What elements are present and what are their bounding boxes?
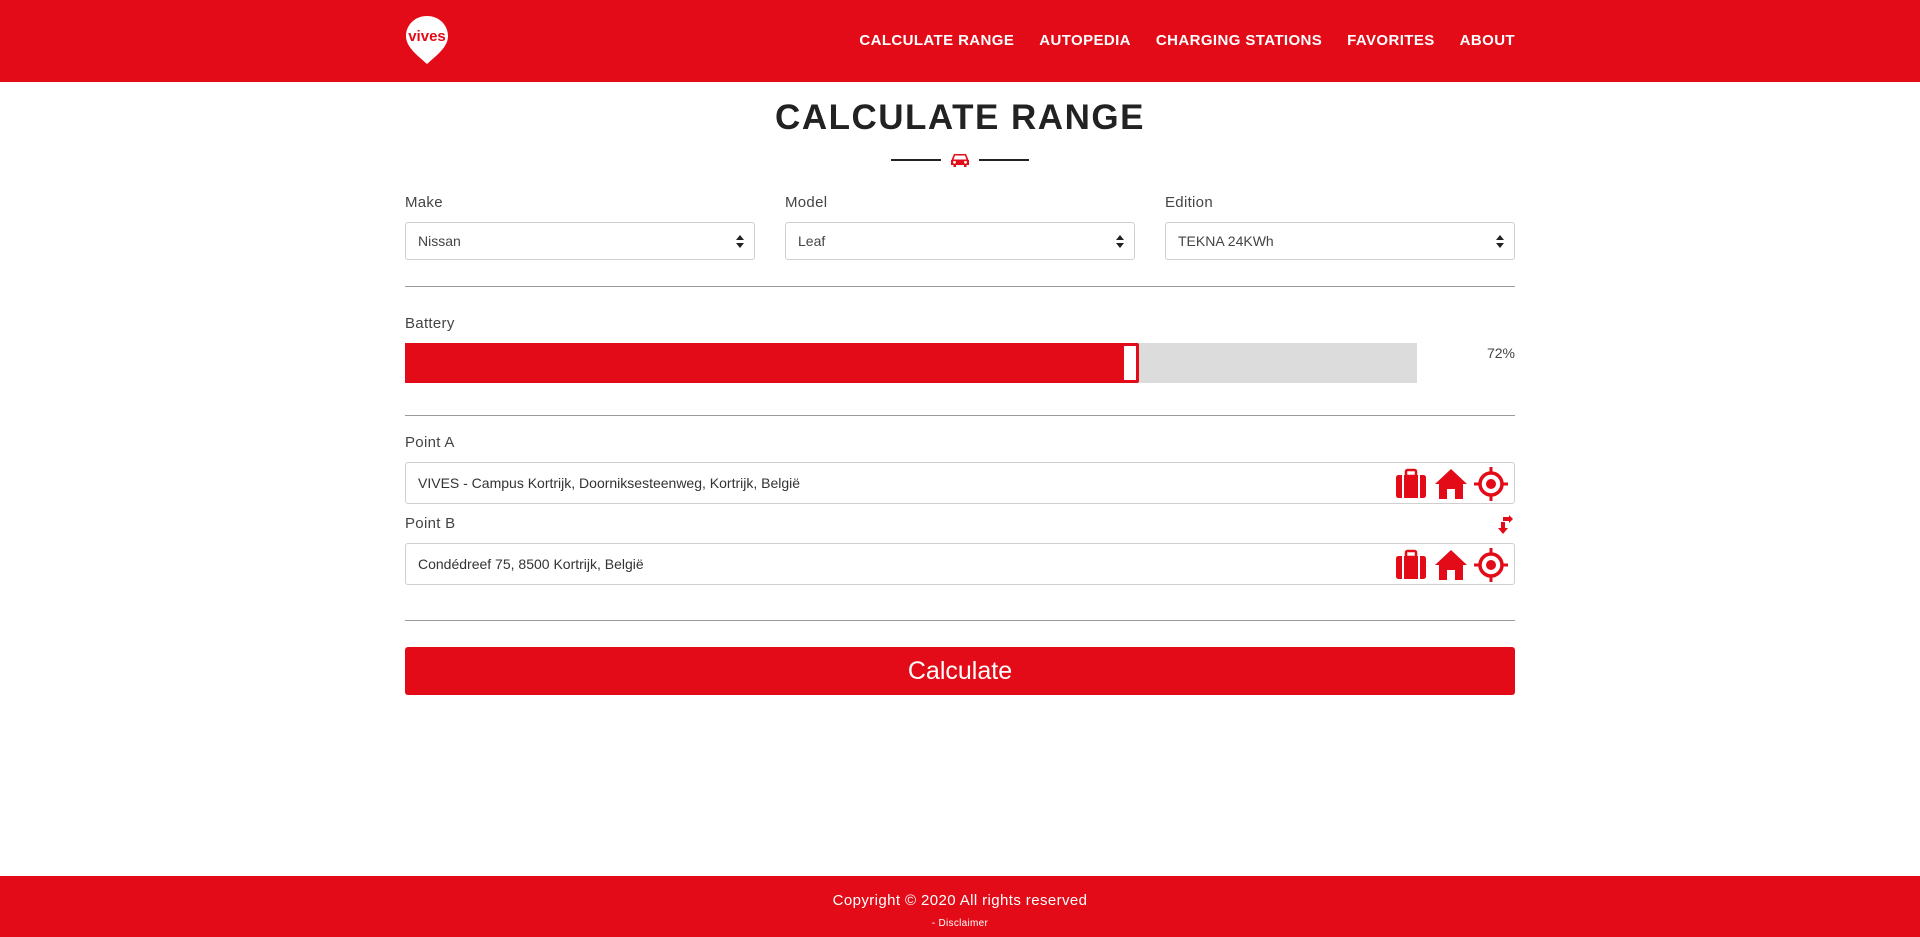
edition-label: Edition: [1165, 194, 1213, 211]
battery-slider[interactable]: [405, 343, 1417, 383]
separator-line-left: [891, 159, 941, 161]
divider: [405, 415, 1515, 416]
point-b-shortcuts: [1394, 548, 1508, 582]
sort-arrows-icon: [1116, 235, 1124, 248]
copyright-text: Copyright © 2020 All rights reserved: [832, 892, 1088, 909]
nav-calculate-range[interactable]: CALCULATE RANGE: [859, 32, 1014, 49]
briefcase-icon[interactable]: [1394, 548, 1428, 582]
separator-line-right: [979, 159, 1029, 161]
location-target-icon[interactable]: [1474, 467, 1508, 501]
title-separator: [891, 150, 1029, 170]
nav-charging-stations[interactable]: CHARGING STATIONS: [1156, 32, 1322, 49]
point-b-value: Condédreef 75, 8500 Kortrijk, België: [418, 556, 644, 572]
page-title: CALCULATE RANGE: [775, 98, 1145, 137]
vives-logo[interactable]: vives: [404, 14, 450, 66]
battery-fill: [405, 343, 1130, 383]
sort-arrows-icon: [736, 235, 744, 248]
location-target-icon[interactable]: [1474, 548, 1508, 582]
main-nav: CALCULATE RANGE AUTOPEDIA CHARGING STATI…: [859, 32, 1515, 49]
edition-select[interactable]: TEKNA 24KWh: [1165, 222, 1515, 260]
point-b-label: Point B: [405, 515, 456, 532]
footer: Copyright © 2020 All rights reserved - D…: [0, 876, 1920, 937]
sort-arrows-icon: [1496, 235, 1504, 248]
model-value: Leaf: [798, 233, 826, 249]
model-label: Model: [785, 194, 828, 211]
point-a-value: VIVES - Campus Kortrijk, Doorniksesteenw…: [418, 475, 801, 491]
nav-favorites[interactable]: FAVORITES: [1347, 32, 1435, 49]
point-a-input[interactable]: VIVES - Campus Kortrijk, Doorniksesteenw…: [405, 462, 1515, 504]
edition-value: TEKNA 24KWh: [1178, 233, 1274, 249]
make-label: Make: [405, 194, 443, 211]
point-a-shortcuts: [1394, 467, 1508, 501]
divider: [405, 286, 1515, 287]
divider: [405, 620, 1515, 621]
disclaimer-link[interactable]: - Disclaimer: [0, 918, 1920, 929]
navbar: vives CALCULATE RANGE AUTOPEDIA CHARGING…: [0, 0, 1920, 82]
point-b-input[interactable]: Condédreef 75, 8500 Kortrijk, België: [405, 543, 1515, 585]
briefcase-icon[interactable]: [1394, 467, 1428, 501]
home-icon[interactable]: [1434, 467, 1468, 501]
nav-about[interactable]: ABOUT: [1460, 32, 1515, 49]
battery-slider-handle[interactable]: [1121, 343, 1139, 383]
car-icon: [951, 154, 969, 167]
nav-autopedia[interactable]: AUTOPEDIA: [1039, 32, 1131, 49]
swap-icon[interactable]: [1492, 514, 1514, 536]
model-select[interactable]: Leaf: [785, 222, 1135, 260]
make-select[interactable]: Nissan: [405, 222, 755, 260]
logo-text: vives: [408, 28, 446, 45]
battery-label: Battery: [405, 315, 455, 332]
battery-percent-value: 72%: [1486, 345, 1515, 361]
home-icon[interactable]: [1434, 548, 1468, 582]
make-value: Nissan: [418, 233, 461, 249]
calculate-button[interactable]: Calculate: [405, 647, 1515, 695]
point-a-label: Point A: [405, 434, 455, 451]
